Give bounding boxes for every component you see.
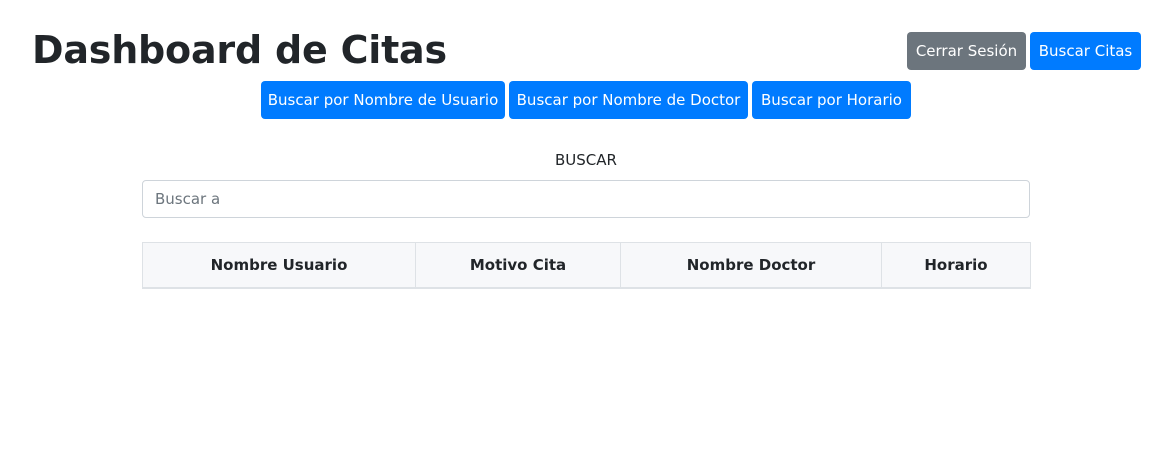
search-by-schedule-button[interactable]: Buscar por Horario	[752, 81, 911, 119]
column-header-reason: Motivo Cita	[415, 242, 621, 289]
search-input[interactable]	[142, 180, 1030, 218]
appointments-table: Nombre Usuario Motivo Cita Nombre Doctor…	[142, 242, 1031, 289]
table-header: Nombre Usuario Motivo Cita Nombre Doctor…	[142, 242, 1031, 289]
column-header-user-name: Nombre Usuario	[142, 242, 416, 289]
logout-button[interactable]: Cerrar Sesión	[907, 32, 1026, 70]
search-appointments-button[interactable]: Buscar Citas	[1030, 32, 1141, 70]
search-by-user-button[interactable]: Buscar por Nombre de Usuario	[261, 81, 505, 119]
column-header-schedule: Horario	[881, 242, 1031, 289]
table-header-row: Nombre Usuario Motivo Cita Nombre Doctor…	[142, 242, 1031, 289]
column-header-doctor-name: Nombre Doctor	[620, 242, 882, 289]
dashboard-page: Dashboard de Citas Cerrar Sesión Buscar …	[0, 0, 1175, 471]
search-by-doctor-button[interactable]: Buscar por Nombre de Doctor	[509, 81, 748, 119]
page-title: Dashboard de Citas	[32, 28, 447, 72]
search-label: BUSCAR	[555, 151, 617, 169]
